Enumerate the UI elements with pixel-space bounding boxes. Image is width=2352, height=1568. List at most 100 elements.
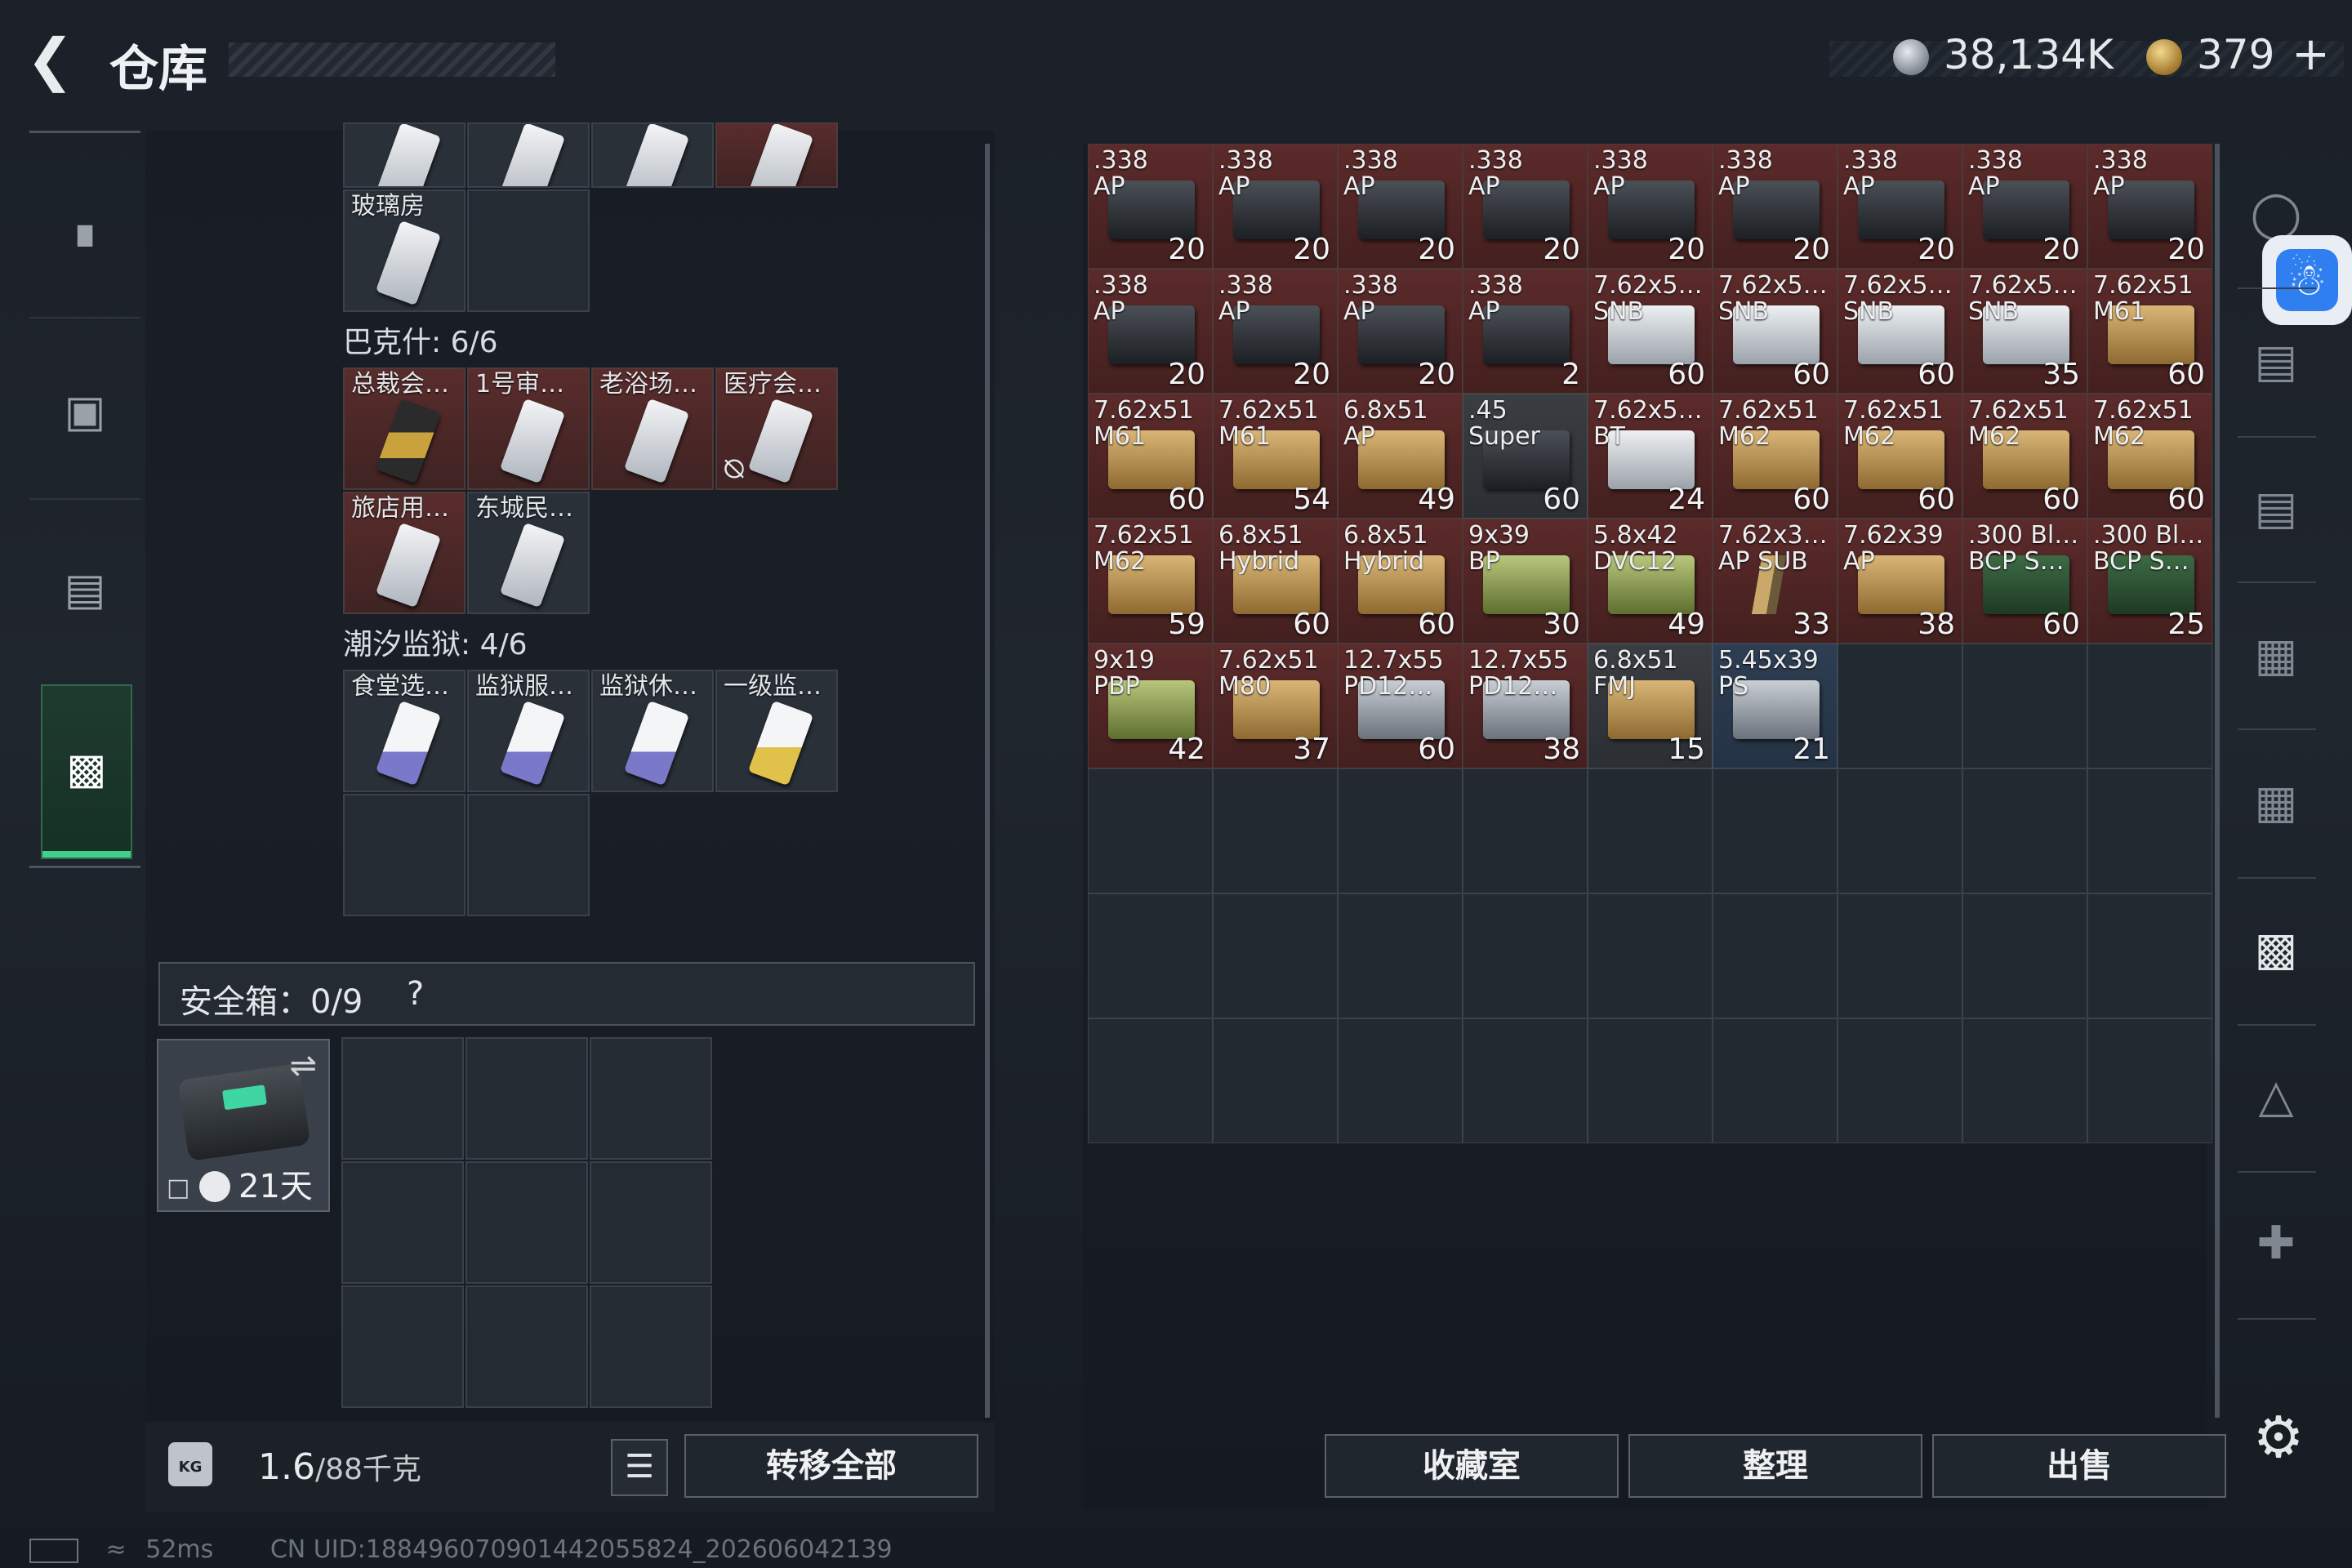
ammo-item[interactable]: .45 Super 60: [1463, 394, 1588, 519]
ammo-item[interactable]: 7.62x51 M80 37: [1213, 644, 1338, 768]
vest-icon[interactable]: ▤: [57, 562, 113, 617]
empty-slot[interactable]: [1962, 893, 2087, 1018]
ammo-item[interactable]: 12.7x55 PD12… 38: [1463, 644, 1588, 768]
empty-slot[interactable]: [341, 1161, 464, 1284]
empty-slot[interactable]: [1088, 893, 1213, 1018]
safe-help-button[interactable]: ?: [407, 975, 424, 1013]
armor-slot-iv-icon[interactable]: ▦: [2241, 768, 2311, 838]
gear-icon[interactable]: ⚙: [2247, 1406, 2310, 1468]
empty-slot[interactable]: [1338, 893, 1463, 1018]
empty-slot[interactable]: [1213, 893, 1338, 1018]
empty-slot[interactable]: [590, 1037, 712, 1160]
ammo-item[interactable]: 7.62x51 M62 59: [1088, 519, 1213, 644]
rifle-icon[interactable]: ∎: [57, 204, 113, 260]
empty-slot[interactable]: [2087, 893, 2212, 1018]
empty-slot[interactable]: [1088, 768, 1213, 893]
ammo-item[interactable]: 12.7x55 PD12… 60: [1338, 644, 1463, 768]
empty-slot[interactable]: [590, 1161, 712, 1284]
left-scrollbar[interactable]: [985, 144, 990, 1418]
ammo-item[interactable]: 9x39 BP 30: [1463, 519, 1588, 644]
ammo-item[interactable]: 7.62x5… SNB 60: [1588, 269, 1713, 394]
ammo-item[interactable]: 7.62x39 AP 38: [1838, 519, 1962, 644]
keycard-slot[interactable]: 一级监…: [715, 670, 838, 792]
empty-slot[interactable]: [1338, 768, 1463, 893]
ammo-item[interactable]: .338 AP 20: [1213, 269, 1338, 394]
ammo-item[interactable]: .338 AP 20: [1213, 144, 1338, 269]
ammo-item[interactable]: 6.8x51 FMJ 15: [1588, 644, 1713, 768]
keycard-slot[interactable]: [343, 122, 466, 188]
keycard-slot[interactable]: 总裁会…: [343, 368, 466, 490]
ammo-item[interactable]: .338 AP 20: [1338, 144, 1463, 269]
ammo-item[interactable]: 7.62x51 M61 60: [2087, 269, 2212, 394]
empty-slot[interactable]: [466, 1037, 588, 1160]
medical-iv-icon[interactable]: ✚: [2241, 1209, 2311, 1279]
empty-slot[interactable]: [466, 1161, 588, 1284]
backpack-icon[interactable]: ▣: [57, 384, 113, 439]
ammo-item[interactable]: 6.8x51 AP 49: [1338, 394, 1463, 519]
empty-slot[interactable]: [1088, 1018, 1213, 1143]
empty-slot[interactable]: [1713, 768, 1838, 893]
sort-button[interactable]: 整理: [1628, 1434, 1922, 1498]
empty-slot[interactable]: [590, 1285, 712, 1408]
ammo-item[interactable]: .338 AP 20: [1338, 269, 1463, 394]
keycard-slot[interactable]: 东城民…: [467, 492, 590, 614]
armor-slot-iv-icon[interactable]: ▦: [2241, 621, 2311, 691]
ammo-item[interactable]: 7.62x3… AP SUB 33: [1713, 519, 1838, 644]
swap-icon[interactable]: ⇌: [289, 1047, 317, 1085]
ammo-item[interactable]: 7.62x5… SNB 60: [1838, 269, 1962, 394]
ammo-item[interactable]: .338 AP 20: [1713, 144, 1838, 269]
ammo-item[interactable]: .338 AP 20: [1588, 144, 1713, 269]
empty-slot[interactable]: [1838, 893, 1962, 1018]
empty-slot[interactable]: [1213, 768, 1338, 893]
container-iv-icon[interactable]: △: [2241, 1062, 2311, 1132]
empty-slot[interactable]: [1962, 768, 2087, 893]
empty-slot[interactable]: [1838, 768, 1962, 893]
empty-slot[interactable]: [1463, 768, 1588, 893]
empty-slot[interactable]: [343, 794, 466, 916]
ammo-item[interactable]: 7.62x51 M61 54: [1213, 394, 1338, 519]
empty-slot[interactable]: [1338, 1018, 1463, 1143]
armor-slot-icon[interactable]: ▤: [2241, 474, 2311, 544]
ammo-item[interactable]: .338 AP 20: [1088, 269, 1213, 394]
ammo-item[interactable]: 6.8x51 Hybrid 60: [1213, 519, 1338, 644]
empty-slot[interactable]: [1713, 893, 1838, 1018]
empty-slot[interactable]: [1838, 1018, 1962, 1143]
ammo-item[interactable]: 7.62x5… SNB 60: [1713, 269, 1838, 394]
empty-slot[interactable]: [1962, 1018, 2087, 1143]
keycard-slot[interactable]: 旅店用…: [343, 492, 466, 614]
nav-item-toolbox[interactable]: ▩: [41, 684, 132, 859]
ammo-item[interactable]: 5.45x39 PS 21: [1713, 644, 1838, 768]
keycard-slot[interactable]: 监狱服…: [467, 670, 590, 792]
back-arrow-icon[interactable]: ❮: [26, 31, 83, 88]
ammo-item[interactable]: 6.8x51 Hybrid 60: [1338, 519, 1463, 644]
keycard-slot[interactable]: 食堂选…: [343, 670, 466, 792]
add-gold-button[interactable]: +: [2292, 28, 2330, 81]
empty-slot[interactable]: [1463, 893, 1588, 1018]
empty-slot[interactable]: [1713, 1018, 1838, 1143]
empty-slot[interactable]: [1463, 1018, 1588, 1143]
empty-slot[interactable]: [2087, 768, 2212, 893]
ammo-item[interactable]: .338 AP 20: [1463, 144, 1588, 269]
ammo-item[interactable]: 9x19 PBP 42: [1088, 644, 1213, 768]
empty-slot[interactable]: [467, 189, 590, 312]
list-view-button[interactable]: ☰: [611, 1439, 668, 1496]
ammo-item[interactable]: .338 AP 20: [1962, 144, 2087, 269]
accessibility-button[interactable]: ☃: [2262, 235, 2352, 325]
ammo-item[interactable]: 7.62x5… SNB 35: [1962, 269, 2087, 394]
empty-slot[interactable]: [1588, 768, 1713, 893]
keycard-slot[interactable]: 玻璃房: [343, 189, 466, 312]
empty-slot[interactable]: [341, 1037, 464, 1160]
ammo-item[interactable]: .338 AP 20: [1088, 144, 1213, 269]
ammo-item[interactable]: .300 Bl… BCP S… 25: [2087, 519, 2212, 644]
keycard-slot[interactable]: [715, 122, 838, 188]
empty-slot[interactable]: [341, 1285, 464, 1408]
ammo-item[interactable]: 7.62x51 M62 60: [2087, 394, 2212, 519]
safe-box-item[interactable]: ⇌ □ 21天: [157, 1039, 330, 1212]
right-scrollbar[interactable]: [2215, 144, 2220, 1418]
ammo-item[interactable]: .300 Bl… BCP S… 60: [1962, 519, 2087, 644]
keycard-slot[interactable]: [591, 122, 714, 188]
empty-slot[interactable]: [2087, 1018, 2212, 1143]
keycard-slot[interactable]: 医疗会… ⦰: [715, 368, 838, 490]
keycard-slot[interactable]: 监狱休…: [591, 670, 714, 792]
empty-slot[interactable]: [1838, 644, 1962, 768]
